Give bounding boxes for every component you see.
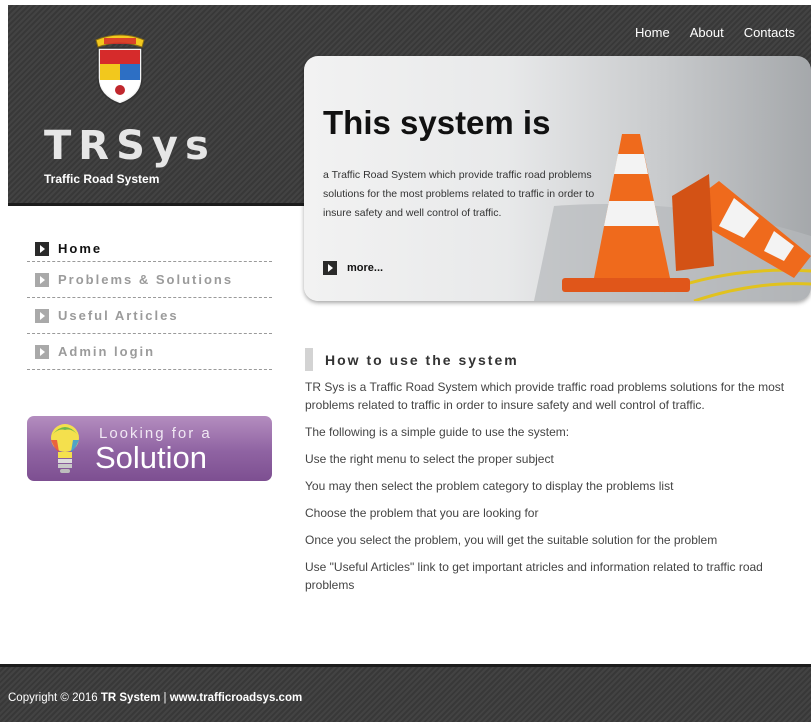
hero-title: This system is [323,104,551,141]
sidebar-item-home[interactable]: Home [27,236,272,262]
footer: Copyright © 2016 TR System | www.traffic… [0,664,811,722]
banner-headline: Solution [95,440,208,475]
brand-panel: TRSys Traffic Road System [8,5,304,206]
arrow-square-icon [35,272,49,287]
sidebar-item-label: Admin login [58,344,156,359]
copyright-prefix: Copyright © 2016 [8,692,101,704]
site-brand: TRSys [44,123,216,169]
content-paragraph: Choose the problem that you are looking … [305,506,539,520]
heading-accent-bar [305,348,313,371]
content-paragraph: Use "Useful Articles" link to get import… [305,560,763,592]
top-navigation: Home About Contacts [635,25,795,40]
arrow-square-icon [35,308,49,323]
hero-more-label: more... [347,262,384,274]
side-menu: Home Problems & Solutions Useful Article… [27,236,272,370]
content-paragraph: The following is a simple guide to use t… [305,425,570,439]
content-paragraph: You may then select the problem category… [305,479,674,493]
site-url[interactable]: www.trafficroadsys.com [170,692,303,704]
sidebar-item-label: Home [58,241,103,256]
hero-banner: This system is a Traffic Road System whi… [304,56,811,301]
copyright-text: Copyright © 2016 TR System | www.traffic… [8,692,302,704]
nav-about-link[interactable]: About [690,25,724,40]
nav-home-link[interactable]: Home [635,25,670,40]
section-heading: How to use the system [305,348,811,371]
sidebar-item-admin-login[interactable]: Admin login [27,334,272,370]
nav-contacts-link[interactable]: Contacts [744,25,795,40]
company-name: TR System [100,692,161,704]
sidebar-item-label: Problems & Solutions [58,272,234,287]
arrow-square-icon [35,241,49,256]
hero-description: a Traffic Road System which provide traf… [323,169,595,219]
arrow-square-icon [35,344,49,359]
lightbulb-icon [51,424,79,473]
content-paragraph: TR Sys is a Traffic Road System which pr… [305,380,785,412]
sidebar-item-label: Useful Articles [58,308,179,323]
section-title: How to use the system [325,351,519,368]
copyright-separator: | [160,692,170,704]
site-subtitle: Traffic Road System [44,172,160,186]
sidebar-item-useful-articles[interactable]: Useful Articles [27,298,272,334]
main-content: How to use the system TR Sys is a Traffi… [305,348,811,603]
page: TRSys Traffic Road System Home About Con… [0,0,811,722]
looking-for-solution-banner[interactable]: Looking for a Solution [27,416,272,481]
content-paragraph: Use the right menu to select the proper … [305,452,554,466]
sidebar-item-problems-solutions[interactable]: Problems & Solutions [27,262,272,298]
arrow-square-icon [323,261,337,275]
content-paragraph: Once you select the problem, you will ge… [305,533,718,547]
hero-more-link[interactable]: more... [323,261,383,275]
crest-logo-icon [95,34,145,105]
